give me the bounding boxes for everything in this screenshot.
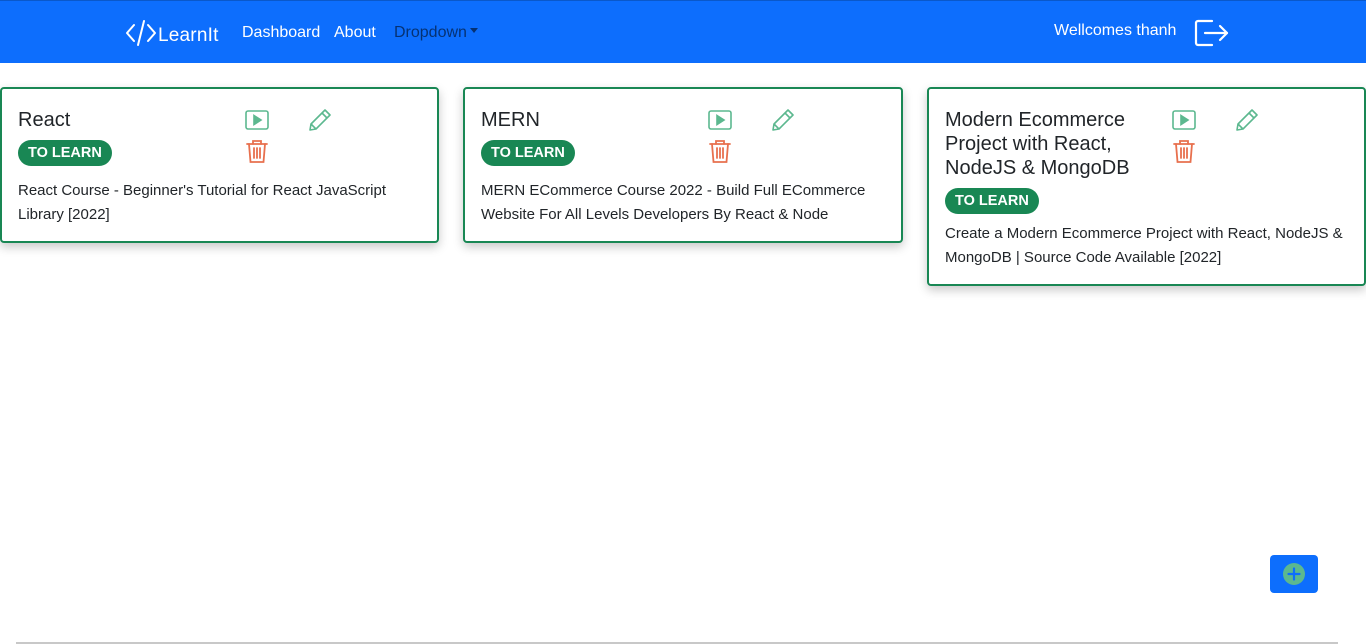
status-badge: TO LEARN	[481, 140, 575, 166]
play-icon[interactable]	[243, 106, 271, 134]
trash-icon[interactable]	[1170, 137, 1198, 165]
status-badge: TO LEARN	[945, 188, 1039, 214]
navbar: LearnIt Dashboard About Dropdown Wellcom…	[0, 0, 1366, 63]
card-description: React Course - Beginner's Tutorial for R…	[18, 182, 387, 223]
post-card: Modern Ecommerce Project with React, Nod…	[927, 87, 1366, 286]
trash-icon[interactable]	[243, 137, 271, 165]
card-description: MERN ECommerce Course 2022 - Build Full …	[481, 182, 866, 223]
pencil-icon[interactable]	[306, 106, 334, 134]
caret-down-icon	[469, 28, 478, 34]
card-title: React	[18, 109, 71, 131]
brand-name: LearnIt	[158, 24, 219, 46]
nav-link-dashboard[interactable]: Dashboard	[242, 24, 320, 42]
post-card: MERN TO LEARN MERN ECommerce Course 2022…	[463, 87, 903, 243]
welcome-text: Wellcomes thanh	[1054, 22, 1177, 39]
nav-link-about[interactable]: About	[334, 24, 376, 42]
plus-circle-icon	[1282, 562, 1306, 586]
nav-dropdown-label: Dropdown	[394, 24, 467, 41]
pencil-icon[interactable]	[769, 106, 797, 134]
nav-dropdown-toggle[interactable]: Dropdown	[394, 24, 478, 42]
trash-icon[interactable]	[706, 137, 734, 165]
card-description: Create a Modern Ecommerce Project with R…	[945, 225, 1343, 266]
play-icon[interactable]	[706, 106, 734, 134]
code-icon	[125, 18, 157, 53]
post-card: React TO LEARN React Course - Beginner's…	[0, 87, 439, 243]
card-title: Modern Ecommerce Project with React, Nod…	[945, 109, 1130, 179]
logout-icon[interactable]	[1194, 18, 1230, 48]
play-icon[interactable]	[1170, 106, 1198, 134]
brand-link[interactable]: LearnIt	[125, 18, 219, 53]
card-title: MERN	[481, 109, 540, 131]
pencil-icon[interactable]	[1233, 106, 1261, 134]
add-post-button[interactable]	[1270, 555, 1318, 593]
status-badge: TO LEARN	[18, 140, 112, 166]
